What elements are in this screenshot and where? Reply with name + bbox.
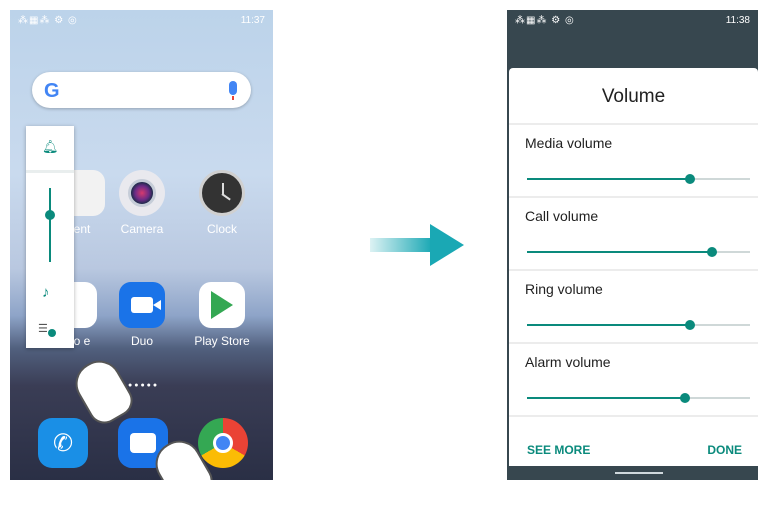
divider	[509, 342, 758, 344]
app-label: Camera	[120, 222, 164, 236]
google-search-bar[interactable]: G	[32, 72, 251, 108]
status-time: 11:38	[725, 14, 750, 26]
right-phone-screen: ⁂▦⁂ ⚙ ◎ 11:38 Volume Media volume Call v…	[507, 10, 758, 480]
transition-arrow-shaft	[370, 238, 432, 252]
media-volume-label: Media volume	[525, 135, 613, 151]
status-time: 11:37	[240, 14, 265, 26]
navigation-handle[interactable]	[615, 472, 663, 474]
app-camera[interactable]: Camera	[112, 170, 172, 236]
app-label: ent	[73, 222, 91, 236]
dialog-title: Volume	[601, 86, 666, 107]
ring-volume-slider[interactable]	[527, 320, 750, 330]
bell-icon[interactable]: 🔔︎	[42, 140, 59, 154]
divider	[26, 170, 74, 173]
music-note-icon: ♪	[42, 284, 50, 301]
divider	[509, 123, 758, 125]
call-volume-knob[interactable]	[707, 247, 718, 257]
volume-popup-panel: 🔔︎ ♪ ☰	[26, 126, 74, 348]
volume-slider-track[interactable]	[49, 188, 51, 262]
left-phone-screen: ⁂▦⁂ ⚙ ◎ 11:37 G ent Camera Clock Goo e D…	[10, 10, 273, 480]
call-volume-slider[interactable]	[527, 247, 750, 257]
app-label: Clock	[206, 222, 237, 236]
transition-arrow-icon	[430, 224, 464, 266]
google-logo-icon: G	[44, 80, 60, 102]
alarm-volume-label: Alarm volume	[525, 354, 611, 370]
play-store-icon	[199, 282, 245, 328]
done-button[interactable]: DONE	[707, 443, 742, 457]
camera-icon	[119, 170, 165, 216]
microphone-icon[interactable]	[229, 81, 237, 100]
app-label: Play Store	[194, 334, 250, 348]
alarm-volume-slider[interactable]	[527, 393, 750, 403]
expand-settings-dot[interactable]	[48, 329, 56, 337]
media-volume-slider[interactable]	[527, 174, 750, 184]
app-clock[interactable]: Clock	[192, 170, 252, 236]
clock-icon	[199, 170, 245, 216]
app-duo[interactable]: Duo	[112, 282, 172, 348]
app-play-store[interactable]: Play Store	[192, 282, 252, 348]
volume-slider-knob[interactable]	[45, 210, 55, 220]
volume-dialog: Volume Media volume Call volume Ring vol…	[509, 68, 758, 466]
ring-volume-knob[interactable]	[684, 320, 695, 330]
page-indicator: ●●●●●	[128, 382, 160, 389]
status-icons: ⁂▦⁂ ⚙ ◎	[18, 14, 78, 26]
see-more-button[interactable]: SEE MORE	[527, 443, 590, 457]
phone-icon[interactable]: ✆	[38, 418, 88, 468]
status-bar: ⁂▦⁂ ⚙ ◎ 11:38	[507, 10, 758, 30]
status-bar: ⁂▦⁂ ⚙ ◎ 11:37	[10, 10, 273, 30]
duo-icon	[119, 282, 165, 328]
call-volume-label: Call volume	[525, 208, 599, 224]
alarm-volume-knob[interactable]	[680, 393, 691, 403]
app-label: Duo	[130, 334, 153, 348]
divider	[509, 196, 758, 198]
divider	[509, 269, 758, 271]
ring-volume-label: Ring volume	[525, 281, 603, 297]
status-icons: ⁂▦⁂ ⚙ ◎	[515, 14, 575, 26]
media-volume-knob[interactable]	[684, 174, 695, 184]
chrome-icon[interactable]	[198, 418, 248, 468]
divider	[509, 415, 758, 417]
dock: ✆	[10, 418, 273, 480]
